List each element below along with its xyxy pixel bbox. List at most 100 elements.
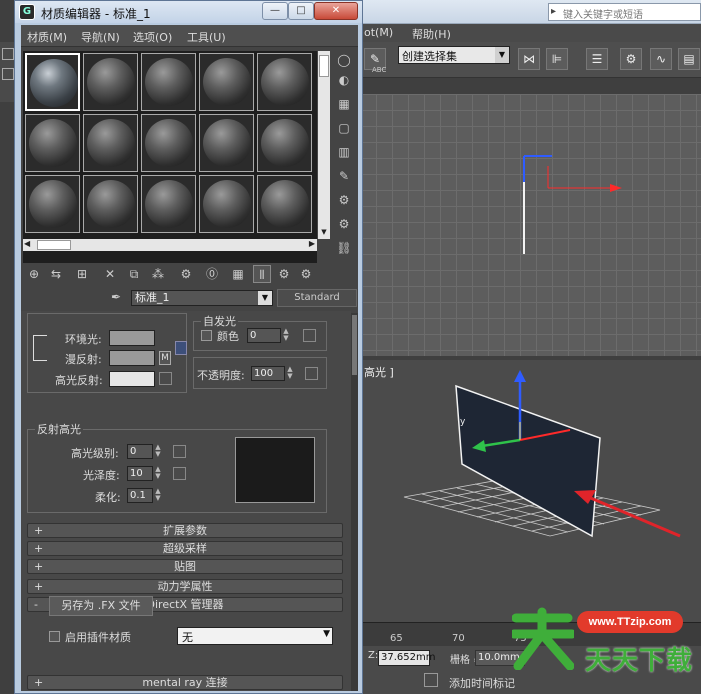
add-time-tag-button[interactable]: 添加时间标记 [449,675,515,691]
self-illum-value-spinner[interactable]: 0 ▲ ▼ [247,328,289,343]
menu-options[interactable]: 选项(O) [133,29,172,45]
scroll-down-icon[interactable]: ▼ [319,228,329,238]
help-search-input[interactable]: ▸ 键入关键字或短语 [548,3,701,21]
background-checker-icon[interactable]: ▦ [335,95,353,113]
sample-slot[interactable] [141,53,196,111]
go-to-parent-icon[interactable]: ⚙ [275,265,293,283]
spinner-arrows-icon[interactable]: ▲ ▼ [153,488,163,503]
lock-bracket-icon[interactable] [33,335,47,361]
self-illum-color-checkbox[interactable] [201,330,212,341]
backlight-icon[interactable]: ◐ [335,71,353,89]
put-to-scene-icon[interactable]: ⇆ [47,265,65,283]
plugin-material-dropdown[interactable]: 无 ▼ [177,627,333,645]
options-icon[interactable]: ⚙ [335,191,353,209]
minimize-button[interactable]: — [262,2,288,20]
maximize-button[interactable]: □ [288,2,314,20]
parameters-scrollbar[interactable] [351,313,358,691]
rollout-supersampling[interactable]: + 超级采样 [27,541,343,556]
sample-slot[interactable] [141,114,196,172]
menu-navigation[interactable]: 导航(N) [81,29,120,45]
show-end-result-icon[interactable]: ⫴ [253,265,271,283]
enable-plugin-material-checkbox[interactable] [49,631,60,642]
spinner-arrows-icon[interactable]: ▲ ▼ [153,444,163,459]
sample-slot[interactable] [25,114,80,172]
spinner-arrows-icon[interactable]: ▲ ▼ [281,328,291,343]
get-material-icon[interactable]: ⊕ [25,265,43,283]
rollout-mental-ray-connection[interactable]: + mental ray 连接 [27,675,343,690]
assign-to-selection-icon[interactable]: ⊞ [73,265,91,283]
make-preview-icon[interactable]: ✎ [335,167,353,185]
glossiness-spinner[interactable]: 10 ▲ ▼ [127,466,161,481]
save-as-fx-button[interactable]: 另存为 .FX 文件 [49,596,153,616]
diffuse-color-swatch[interactable] [109,350,155,366]
specular-map-button[interactable] [159,372,172,385]
rollout-dynamics-properties[interactable]: + 动力学属性 [27,579,343,594]
select-by-material-icon[interactable]: ⚙ [335,215,353,233]
mirror-tool-icon[interactable]: ⋈ [518,48,540,70]
rollout-maps[interactable]: + 贴图 [27,559,343,574]
soften-spinner[interactable]: 0.1 ▲ ▼ [127,488,161,503]
specular-level-map-button[interactable] [173,445,186,458]
sample-slot[interactable] [83,53,138,111]
make-copy-icon[interactable]: ⧉ [125,265,143,283]
menu-script[interactable]: ot(M) [364,26,393,39]
menu-help[interactable]: 帮助(H) [412,26,451,42]
opacity-spinner[interactable]: 100 ▲ ▼ [251,366,293,381]
chevron-down-icon[interactable]: ▼ [258,291,272,305]
material-name-field[interactable]: 标准_1 ▼ [131,290,273,306]
sample-type-sphere-icon[interactable]: ◯ [335,51,353,69]
lock-icon[interactable] [175,341,187,355]
ambient-color-swatch[interactable] [109,330,155,346]
menu-utilities[interactable]: 工具(U) [187,29,226,45]
sample-slot[interactable] [257,114,312,172]
menu-material[interactable]: 材质(M) [27,29,67,45]
sample-uv-tiling-icon[interactable]: ▢ [335,119,353,137]
material-map-navigator-icon[interactable]: ⛓ [335,239,353,257]
viewport-label[interactable]: 高光 ] [364,364,394,380]
scroll-thumb[interactable] [37,240,71,250]
video-color-check-icon[interactable]: ▥ [335,143,353,161]
material-editor-icon[interactable]: ⚙ [620,48,642,70]
named-selection-dropdown[interactable]: 创建选择集 ▼ [398,46,510,64]
sample-slot[interactable] [257,175,312,233]
sample-slot[interactable] [25,53,80,111]
material-type-button[interactable]: Standard [277,289,357,307]
snap-icon[interactable] [2,48,14,60]
schematic-view-icon[interactable]: ▤ [678,48,700,70]
scroll-thumb[interactable] [319,55,329,77]
self-illum-map-button[interactable] [303,329,316,342]
sample-slot[interactable] [25,175,80,233]
sample-slot[interactable] [199,175,254,233]
time-tag-icon[interactable] [424,673,438,687]
sample-slot[interactable] [83,175,138,233]
spinner-arrows-icon[interactable]: ▲ ▼ [285,366,295,381]
sample-slot[interactable] [199,53,254,111]
put-to-library-icon[interactable]: ⚙ [177,265,195,283]
material-editor-titlebar[interactable]: G 材质编辑器 - 标准_1 — □ ✕ [15,1,362,23]
specular-level-spinner[interactable]: 0 ▲ ▼ [127,444,161,459]
mirror-icon[interactable] [2,68,14,80]
scroll-right-icon[interactable]: ▶ [309,239,315,248]
z-coordinate-field[interactable]: 37.652mm [378,650,435,666]
specular-color-swatch[interactable] [109,371,155,387]
reset-map-icon[interactable]: ✕ [101,265,119,283]
material-id-channel-icon[interactable]: ⓪ [203,265,221,283]
rollout-extended-parameters[interactable]: + 扩展参数 [27,523,343,538]
scroll-thumb[interactable] [352,315,357,375]
diffuse-map-button[interactable]: M [159,351,171,365]
sample-slot[interactable] [83,114,138,172]
sample-slot[interactable] [199,114,254,172]
go-forward-sibling-icon[interactable]: ⚙ [297,265,315,283]
spinner-arrows-icon[interactable]: ▲ ▼ [153,466,163,481]
show-shaded-map-icon[interactable]: ▦ [229,265,247,283]
align-tool-icon[interactable]: ⊫ [546,48,568,70]
slots-vertical-scrollbar[interactable]: ▼ [318,51,330,239]
close-button[interactable]: ✕ [314,2,358,20]
glossiness-map-button[interactable] [173,467,186,480]
sample-slot[interactable] [141,175,196,233]
opacity-map-button[interactable] [305,367,318,380]
make-unique-icon[interactable]: ⁂ [149,265,167,283]
slots-horizontal-scrollbar[interactable]: ◀ ▶ [23,239,317,251]
eyedropper-icon[interactable]: ✒ [111,290,125,306]
scroll-left-icon[interactable]: ◀ [24,239,30,248]
